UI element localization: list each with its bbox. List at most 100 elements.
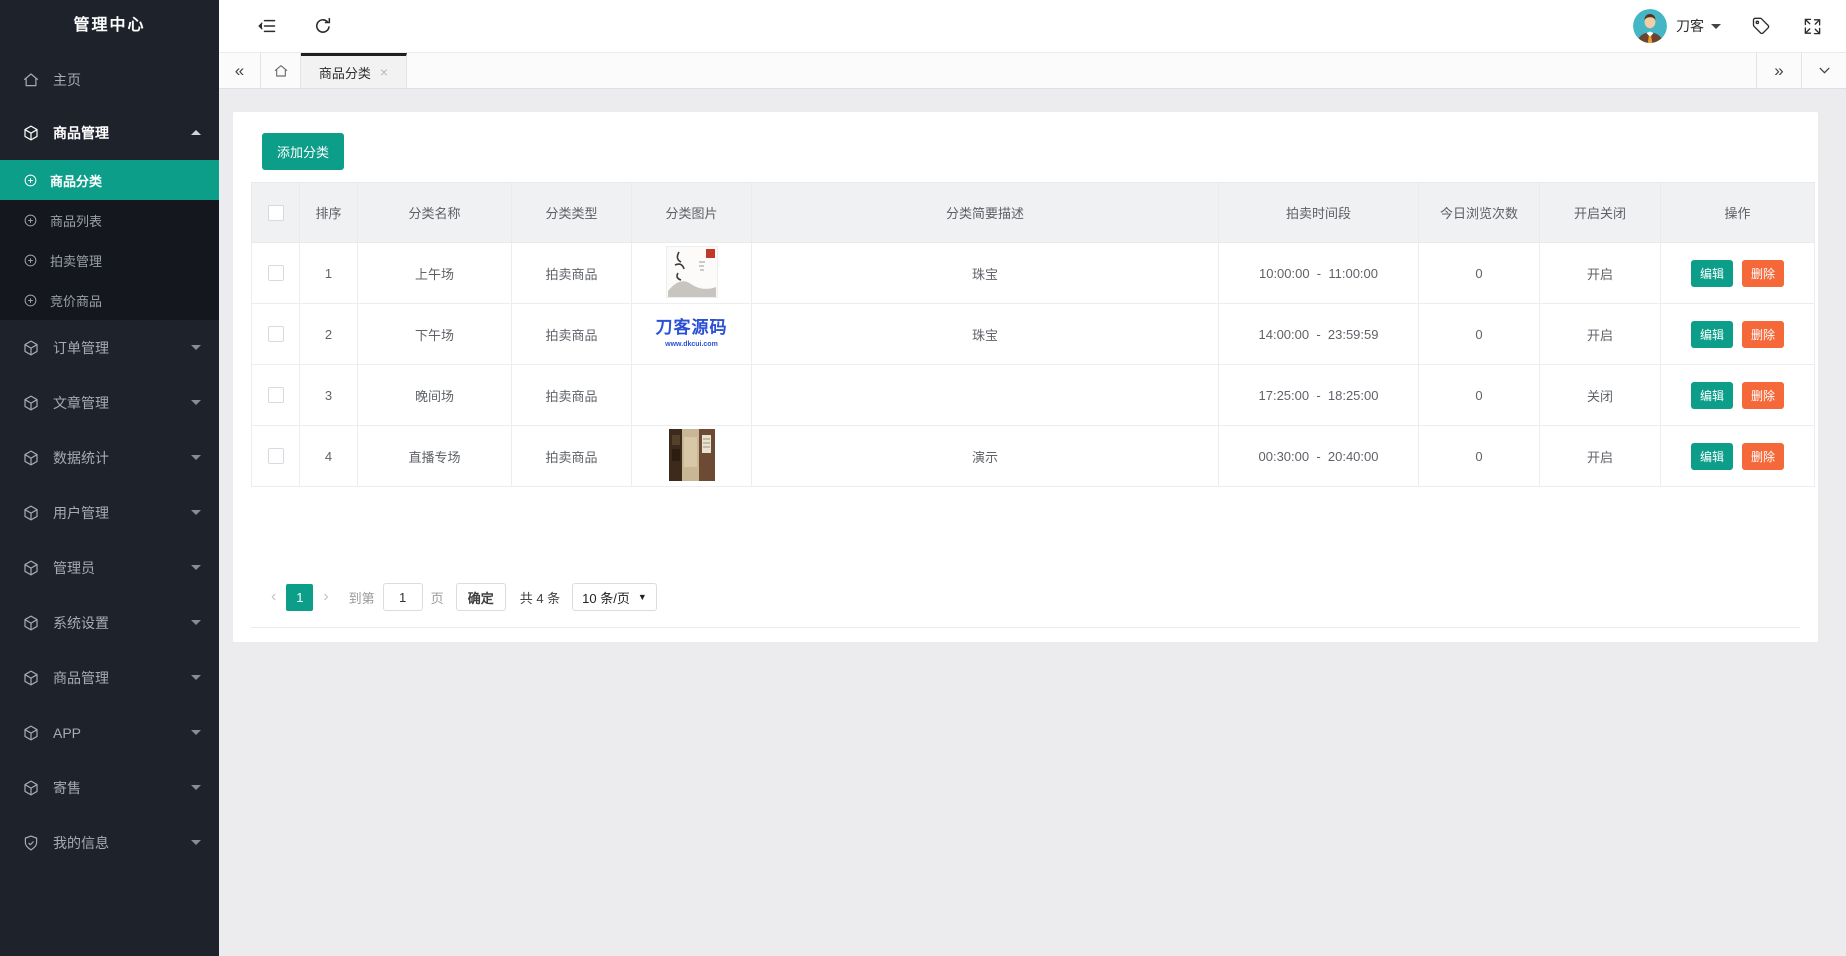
sidebar-item-2[interactable]: 数据统计: [0, 430, 219, 485]
sidebar-item-4[interactable]: 管理员: [0, 540, 219, 595]
chevron-down-icon: [191, 345, 201, 355]
confirm-button[interactable]: 确定: [455, 583, 506, 611]
tabs-menu-icon[interactable]: [1801, 53, 1846, 88]
goto-label: 到第: [348, 590, 375, 606]
sidebar-subitem-2[interactable]: 拍卖管理: [0, 240, 219, 280]
cell-status: 开启: [1539, 425, 1661, 487]
page-label: 页: [430, 590, 444, 606]
tab-active[interactable]: 商品分类 ×: [301, 53, 407, 88]
cell-actions: 编辑 删除: [1660, 364, 1815, 426]
chevron-down-icon: [191, 785, 201, 795]
tag-icon[interactable]: [1751, 16, 1771, 36]
edit-button[interactable]: 编辑: [1690, 259, 1733, 287]
chevron-down-icon: [191, 675, 201, 685]
app-title: 管理中心: [73, 17, 146, 34]
delete-button[interactable]: 删除: [1742, 259, 1785, 287]
chevron-down-icon: [191, 510, 201, 520]
sidebar-item-home[interactable]: 主页: [0, 54, 219, 105]
cell-description: 珠宝: [751, 242, 1219, 304]
sidebar-item-goods-management[interactable]: 商品管理: [0, 105, 219, 160]
tabs-scroll-left-icon[interactable]: «: [219, 53, 261, 88]
sidebar-item-label: APP: [53, 724, 82, 741]
sidebar-item-label: 商品管理: [53, 124, 109, 141]
row-checkbox[interactable]: [267, 265, 284, 282]
cell-image: 刀客源码 www.dkcui.com: [631, 303, 752, 365]
delete-button[interactable]: 删除: [1742, 320, 1785, 348]
edit-button[interactable]: 编辑: [1690, 442, 1733, 470]
home-icon: [22, 71, 40, 89]
cube-icon: [22, 724, 40, 742]
total-count: 共 4 条: [519, 590, 561, 606]
sidebar-item-8[interactable]: 寄售: [0, 760, 219, 815]
avatar[interactable]: [1633, 9, 1667, 43]
sidebar-item-label: 我的信息: [53, 834, 109, 851]
cell-description: [751, 364, 1219, 426]
cell-status: 开启: [1539, 242, 1661, 304]
category-table: 排序 分类名称 分类类型 分类图片 分类简要描述 拍卖时间段 今日浏览次数 开启关闭 操作 1上…: [251, 182, 1815, 487]
cell-views: 0: [1418, 242, 1540, 304]
sidebar-item-9[interactable]: 我的信息: [0, 815, 219, 870]
cell-status: 开启: [1539, 303, 1661, 365]
sidebar-item-3[interactable]: 用户管理: [0, 485, 219, 540]
chevron-down-icon: [191, 455, 201, 465]
sidebar-item-0[interactable]: 订单管理: [0, 320, 219, 375]
chevron-down-icon: [191, 620, 201, 630]
sidebar-item-6[interactable]: 商品管理: [0, 650, 219, 705]
page: 管理中心 主页 商品管理 商品分类 商品列表拍卖管理竞价商品 订单管理 文章管理数据…: [0, 0, 1846, 956]
edit-button[interactable]: 编辑: [1690, 320, 1733, 348]
logo-text: 刀客源码: [655, 318, 728, 338]
current-page[interactable]: 1: [286, 583, 314, 611]
edit-button[interactable]: 编辑: [1690, 381, 1733, 409]
cell-views: 0: [1418, 425, 1540, 487]
table-row: 3 晚间场 拍卖商品 17:25:00 - 18:25:00 0 关闭 编辑 删除: [251, 364, 1815, 426]
sidebar-item-5[interactable]: 系统设置: [0, 595, 219, 650]
page-size-select[interactable]: 10 条/页 ▼: [572, 583, 657, 611]
sidebar-item-1[interactable]: 文章管理: [0, 375, 219, 430]
fullscreen-icon[interactable]: [1803, 17, 1822, 36]
next-page-icon[interactable]: ›: [317, 588, 334, 606]
cell-description: 演示: [751, 425, 1219, 487]
column-header-1: 分类名称: [357, 182, 512, 243]
row-checkbox[interactable]: [267, 326, 284, 343]
prev-page-icon[interactable]: ‹: [265, 588, 282, 606]
column-header-2: 分类类型: [511, 182, 632, 243]
delete-button[interactable]: 删除: [1742, 381, 1785, 409]
goto-page-input[interactable]: [382, 583, 423, 611]
cell-select: [251, 303, 300, 365]
column-header-3: 分类图片: [631, 182, 752, 243]
sidebar-subitem-0[interactable]: 商品分类: [0, 160, 219, 200]
cell-views: 0: [1418, 303, 1540, 365]
fold-menu-icon[interactable]: [257, 16, 277, 36]
cell-type: 拍卖商品: [511, 303, 632, 365]
sidebar-subitem-3[interactable]: 竞价商品: [0, 280, 219, 320]
add-category-button[interactable]: 添加分类: [262, 133, 345, 170]
tabs-scroll-right-icon[interactable]: »: [1756, 53, 1801, 88]
delete-button[interactable]: 删除: [1742, 442, 1785, 470]
cell-status: 关闭: [1539, 364, 1661, 426]
username[interactable]: 刀客: [1676, 16, 1704, 36]
chevron-down-icon: [191, 730, 201, 740]
column-header-7: 开启关闭: [1539, 182, 1661, 243]
sidebar-item-label: 商品管理: [53, 669, 109, 686]
sidebar-item-label: 系统设置: [53, 614, 109, 631]
category-card: 添加分类 排序 分类名称 分类类型 分类图片 分类简要描述 拍卖时间段 今日浏览次数 开启关闭…: [233, 112, 1818, 642]
tab-home-icon[interactable]: [261, 53, 301, 88]
cell-actions: 编辑 删除: [1660, 242, 1815, 304]
table-header-row: 排序 分类名称 分类类型 分类图片 分类简要描述 拍卖时间段 今日浏览次数 开启关闭 操作: [251, 182, 1815, 243]
refresh-icon[interactable]: [313, 16, 333, 36]
sidebar-subitem-label: 拍卖管理: [50, 253, 103, 269]
tab-close-icon[interactable]: ×: [380, 65, 388, 79]
column-header-4: 分类简要描述: [751, 182, 1219, 243]
cell-name: 晚间场: [357, 364, 512, 426]
select-all-checkbox[interactable]: [267, 204, 284, 221]
row-checkbox[interactable]: [267, 448, 284, 465]
cube-icon: [22, 559, 40, 577]
row-checkbox[interactable]: [267, 387, 284, 404]
cube-icon: [22, 504, 40, 522]
sidebar-item-label: 数据统计: [53, 449, 109, 466]
cell-description: 珠宝: [751, 303, 1219, 365]
category-image-photo: [668, 428, 715, 484]
sidebar-item-7[interactable]: APP: [0, 705, 219, 760]
cell-views: 0: [1418, 364, 1540, 426]
sidebar-subitem-1[interactable]: 商品列表: [0, 200, 219, 240]
